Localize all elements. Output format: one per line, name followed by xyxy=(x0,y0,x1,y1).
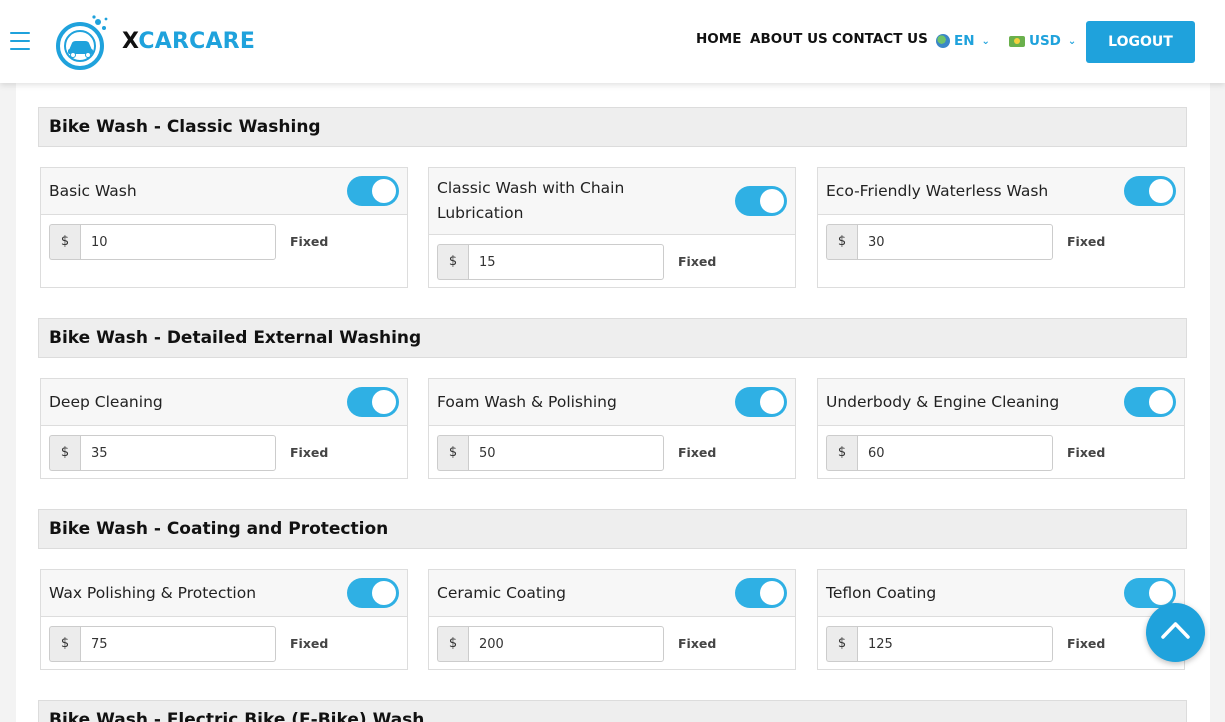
logout-button[interactable]: LOGOUT xyxy=(1086,21,1195,63)
currency-label: USD xyxy=(1029,33,1061,49)
price-type-label: Fixed xyxy=(1067,234,1106,249)
service-card: Classic Wash with Chain Lubrication $ Fi… xyxy=(428,167,796,288)
price-row: $ Fixed xyxy=(818,215,1184,287)
brand-x: X xyxy=(122,29,139,54)
section-title: Bike Wash - Detailed External Washing xyxy=(38,318,1187,358)
service-card: Ceramic Coating $ Fixed xyxy=(428,569,796,670)
service-name: Teflon Coating xyxy=(826,584,937,602)
service-enabled-toggle[interactable] xyxy=(347,578,399,608)
service-card: Deep Cleaning $ Fixed xyxy=(40,378,408,479)
service-name: Foam Wash & Polishing xyxy=(437,393,617,411)
service-enabled-toggle[interactable] xyxy=(347,387,399,417)
car-wash-logo-icon[interactable] xyxy=(54,14,110,70)
price-row: $ Fixed xyxy=(41,426,407,478)
price-row: $ Fixed xyxy=(818,426,1184,478)
brand-rest: CARCARE xyxy=(138,29,256,54)
money-icon xyxy=(1009,35,1025,47)
price-row: $ Fixed xyxy=(429,426,795,478)
chevron-down-icon: ⌄ xyxy=(981,35,990,47)
service-card-header: Basic Wash xyxy=(41,168,407,215)
nav-contact-us[interactable]: CONTACT US xyxy=(832,31,928,51)
service-card: Eco-Friendly Waterless Wash $ Fixed xyxy=(817,167,1185,288)
language-label: EN xyxy=(954,33,975,49)
service-enabled-toggle[interactable] xyxy=(1124,176,1176,206)
price-row: $ Fixed xyxy=(41,215,407,287)
service-name: Ceramic Coating xyxy=(437,584,566,602)
service-enabled-toggle[interactable] xyxy=(735,578,787,608)
service-name: Eco-Friendly Waterless Wash xyxy=(826,182,1049,200)
price-input[interactable] xyxy=(468,244,664,280)
currency-addon: $ xyxy=(826,626,857,662)
brand-name[interactable]: XCARCARE xyxy=(122,29,255,54)
service-enabled-toggle[interactable] xyxy=(347,176,399,206)
price-type-label: Fixed xyxy=(1067,445,1106,460)
currency-addon: $ xyxy=(437,435,468,471)
language-selector[interactable]: EN ⌄ xyxy=(936,31,990,51)
service-card-header: Eco-Friendly Waterless Wash xyxy=(818,168,1184,215)
service-card-header: Foam Wash & Polishing xyxy=(429,379,795,426)
price-input[interactable] xyxy=(468,435,664,471)
service-name: Underbody & Engine Cleaning xyxy=(826,393,1060,411)
nav-about-us[interactable]: ABOUT US xyxy=(750,31,828,51)
service-enabled-toggle[interactable] xyxy=(735,186,787,216)
price-type-label: Fixed xyxy=(678,636,717,651)
section-title: Bike Wash - Electric Bike (E-Bike) Wash xyxy=(38,700,1187,722)
price-type-label: Fixed xyxy=(290,234,329,249)
site-header: XCARCARE HOME ABOUT US CONTACT US EN ⌄ U… xyxy=(0,0,1225,83)
price-input[interactable] xyxy=(80,626,276,662)
currency-addon: $ xyxy=(49,626,80,662)
service-card-header: Wax Polishing & Protection xyxy=(41,570,407,617)
price-row: $ Fixed xyxy=(818,617,1184,669)
service-card: Foam Wash & Polishing $ Fixed xyxy=(428,378,796,479)
service-card: Basic Wash $ Fixed xyxy=(40,167,408,288)
service-name: Deep Cleaning xyxy=(49,393,163,411)
price-input[interactable] xyxy=(857,435,1053,471)
price-type-label: Fixed xyxy=(290,636,329,651)
currency-addon: $ xyxy=(826,435,857,471)
service-card-header: Underbody & Engine Cleaning xyxy=(818,379,1184,426)
scroll-to-top-button[interactable] xyxy=(1146,603,1205,662)
chevron-up-icon xyxy=(1161,622,1190,639)
currency-addon: $ xyxy=(49,435,80,471)
service-name: Classic Wash with Chain Lubrication xyxy=(437,179,625,222)
menu-icon[interactable] xyxy=(10,32,30,50)
price-input[interactable] xyxy=(857,224,1053,260)
price-row: $ Fixed xyxy=(429,235,795,287)
price-row: $ Fixed xyxy=(429,617,795,669)
section-title: Bike Wash - Coating and Protection xyxy=(38,509,1187,549)
currency-addon: $ xyxy=(49,224,80,260)
price-type-label: Fixed xyxy=(678,254,717,269)
service-card-header: Deep Cleaning xyxy=(41,379,407,426)
currency-addon: $ xyxy=(826,224,857,260)
currency-selector[interactable]: USD ⌄ xyxy=(1009,31,1076,51)
service-name: Basic Wash xyxy=(49,182,137,200)
price-input[interactable] xyxy=(80,224,276,260)
service-card: Teflon Coating $ Fixed xyxy=(817,569,1185,670)
service-card-header: Teflon Coating xyxy=(818,570,1184,617)
service-card: Wax Polishing & Protection $ Fixed xyxy=(40,569,408,670)
service-card-header: Ceramic Coating xyxy=(429,570,795,617)
service-card: Underbody & Engine Cleaning $ Fixed xyxy=(817,378,1185,479)
service-name: Wax Polishing & Protection xyxy=(49,584,257,602)
service-enabled-toggle[interactable] xyxy=(1124,387,1176,417)
price-input[interactable] xyxy=(80,435,276,471)
nav-home[interactable]: HOME xyxy=(696,31,741,51)
price-input[interactable] xyxy=(468,626,664,662)
service-enabled-toggle[interactable] xyxy=(735,387,787,417)
price-row: $ Fixed xyxy=(41,617,407,669)
service-card-header: Classic Wash with Chain Lubrication xyxy=(429,168,795,235)
chevron-down-icon: ⌄ xyxy=(1067,35,1077,47)
price-type-label: Fixed xyxy=(290,445,329,460)
price-type-label: Fixed xyxy=(1067,636,1106,651)
price-type-label: Fixed xyxy=(678,445,717,460)
section-title: Bike Wash - Classic Washing xyxy=(38,107,1187,147)
currency-addon: $ xyxy=(437,626,468,662)
globe-icon xyxy=(936,34,950,48)
currency-addon: $ xyxy=(437,244,468,280)
price-input[interactable] xyxy=(857,626,1053,662)
